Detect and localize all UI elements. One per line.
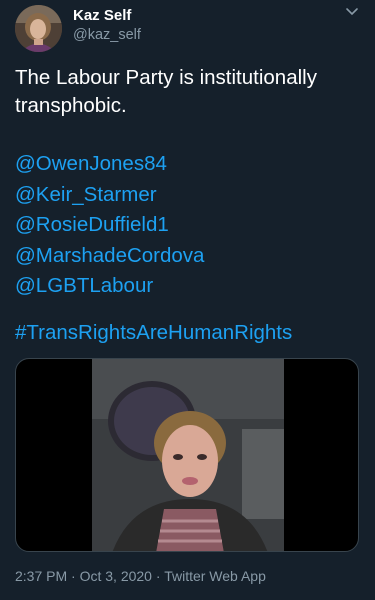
video-thumbnail <box>92 359 284 551</box>
video-media[interactable] <box>15 358 359 552</box>
tweet-date[interactable]: Oct 3, 2020 <box>80 568 152 584</box>
meta-separator: · <box>155 568 161 584</box>
tweet-meta: 2:37 PM · Oct 3, 2020 · Twitter Web App <box>15 566 266 586</box>
mention-link[interactable]: @MarshadeCordova <box>15 241 204 272</box>
hashtag-link[interactable]: #TransRightsAreHumanRights <box>15 318 292 348</box>
avatar[interactable] <box>15 5 62 52</box>
video-frame <box>92 359 284 551</box>
tweet-header: Kaz Self @kaz_self <box>15 5 365 53</box>
mention-link[interactable]: @OwenJones84 <box>15 149 204 180</box>
tweet-text: The Labour Party is institutionally tran… <box>15 64 360 120</box>
tweet-text-line: transphobic. <box>15 94 127 117</box>
user-handle[interactable]: @kaz_self <box>73 26 141 45</box>
author-names: Kaz Self @kaz_self <box>73 6 141 45</box>
mention-link[interactable]: @RosieDuffield1 <box>15 210 204 241</box>
tweet-time[interactable]: 2:37 PM <box>15 568 67 584</box>
tweet: Kaz Self @kaz_self The Labour Party is i… <box>0 0 375 600</box>
avatar-photo <box>15 5 62 52</box>
mention-link[interactable]: @Keir_Starmer <box>15 180 204 211</box>
tweet-text-line: The Labour Party is institutionally <box>15 66 317 89</box>
tweet-source[interactable]: Twitter Web App <box>164 568 266 584</box>
meta-separator: · <box>71 568 76 584</box>
display-name[interactable]: Kaz Self <box>73 6 141 25</box>
mention-link[interactable]: @LGBTLabour <box>15 271 204 302</box>
chevron-down-icon[interactable] <box>345 7 359 17</box>
mention-list: @OwenJones84 @Keir_Starmer @RosieDuffiel… <box>15 149 204 302</box>
